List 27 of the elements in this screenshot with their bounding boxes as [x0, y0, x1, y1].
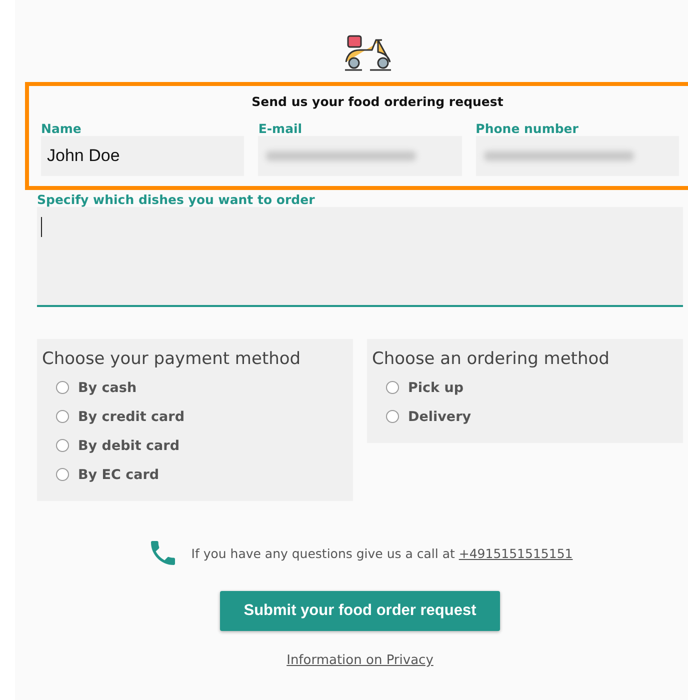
option-label: By debit card [78, 438, 180, 454]
contact-text: If you have any questions give us a call at +4915151515151 [191, 546, 573, 560]
radio-button[interactable] [56, 439, 69, 452]
field-label: Specify which dishes you want to order [37, 192, 315, 207]
field-label: Phone number [476, 121, 578, 136]
field-label: Name [41, 121, 82, 136]
input-field[interactable] [258, 136, 462, 176]
panel-title: Choose your payment method [42, 349, 301, 369]
option-label: Pick up [408, 380, 464, 396]
option-label: By credit card [78, 408, 184, 424]
radio-button[interactable] [56, 381, 69, 394]
panel-title: Choose an ordering method [372, 349, 610, 369]
radio-button[interactable] [56, 410, 69, 423]
radio-button[interactable] [56, 468, 69, 481]
option-label: By cash [78, 380, 137, 396]
submit-button[interactable]: Submit your food order request [220, 591, 500, 631]
option-label: By EC card [78, 466, 160, 482]
option-label: Delivery [408, 408, 472, 424]
input-field[interactable] [476, 136, 679, 176]
radio-button[interactable] [386, 410, 399, 423]
input-field[interactable]: John Doe [41, 136, 244, 176]
field-label: E-mail [258, 121, 302, 136]
phone-link[interactable]: +4915151515151 [458, 546, 573, 560]
form-title: Send us your food ordering request [250, 94, 504, 109]
privacy-link[interactable]: Information on Privacy [286, 653, 434, 668]
radio-button[interactable] [386, 381, 399, 394]
dishes-textarea[interactable] [37, 207, 683, 307]
